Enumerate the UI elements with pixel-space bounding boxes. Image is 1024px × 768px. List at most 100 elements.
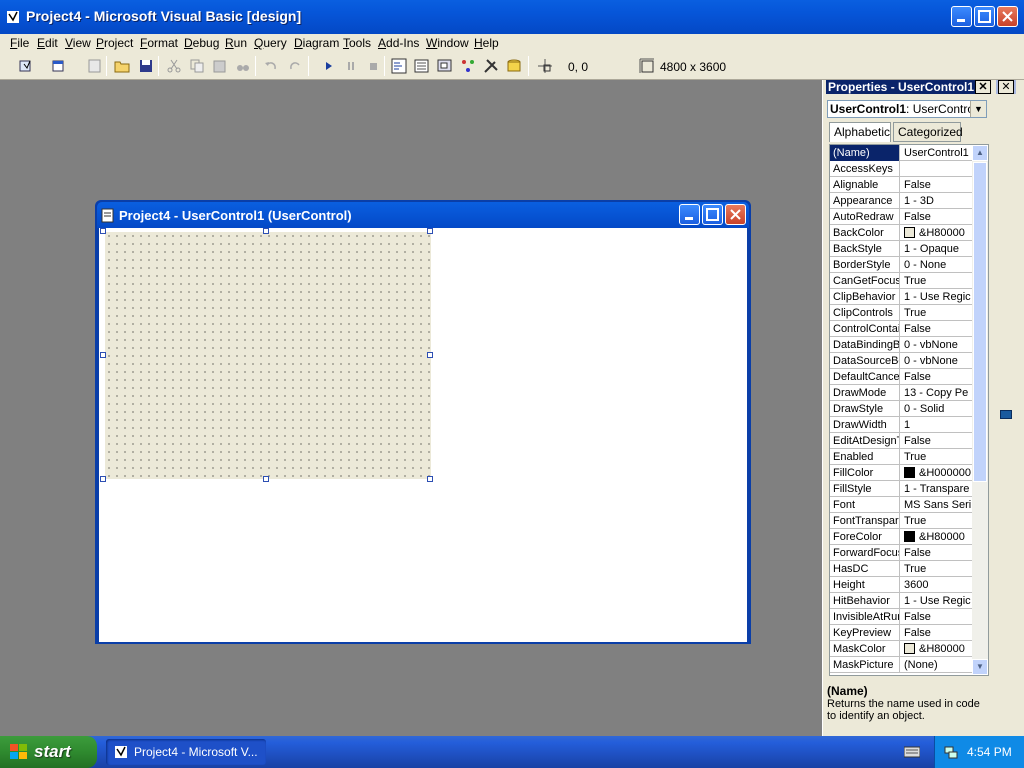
property-value[interactable]: True — [901, 305, 971, 321]
property-value[interactable]: &H80000 — [901, 641, 971, 657]
property-value[interactable]: False — [901, 209, 971, 225]
property-row[interactable]: DataSourceBe 0 - vbNone — [830, 353, 972, 369]
cut-icon[interactable] — [165, 57, 183, 75]
property-value[interactable]: 0 - vbNone — [901, 353, 971, 369]
designer-title-bar[interactable]: Project4 - UserControl1 (UserControl) — [97, 202, 749, 228]
property-value[interactable]: False — [901, 369, 971, 385]
property-row[interactable]: DrawMode 13 - Copy Pe — [830, 385, 972, 401]
menu-edit[interactable]: Edit — [37, 36, 58, 50]
save-project-icon[interactable] — [137, 57, 155, 75]
project-explorer-icon[interactable] — [390, 57, 408, 75]
object-selector[interactable]: UserControl1: UserControl ▼ — [827, 100, 987, 118]
designer-maximize-button[interactable] — [702, 204, 723, 225]
menu-run[interactable]: Run — [225, 36, 247, 50]
property-value[interactable]: &H80000 — [901, 225, 971, 241]
close-button[interactable] — [997, 6, 1018, 27]
menu-format[interactable]: Format — [140, 36, 178, 50]
object-browser-icon[interactable] — [459, 57, 477, 75]
property-row[interactable]: Height 3600 — [830, 577, 972, 593]
property-row[interactable]: HitBehavior 1 - Use Regic — [830, 593, 972, 609]
designer-canvas[interactable] — [99, 228, 747, 642]
add-form-icon[interactable] — [50, 57, 68, 75]
menu-help[interactable]: Help — [474, 36, 499, 50]
property-value[interactable]: False — [901, 433, 971, 449]
property-value[interactable]: False — [901, 177, 971, 193]
scroll-thumb[interactable] — [973, 162, 987, 482]
property-value[interactable]: 0 - Solid — [901, 401, 971, 417]
resize-handle[interactable] — [427, 228, 433, 234]
minimize-button[interactable] — [951, 6, 972, 27]
property-value[interactable]: 0 - vbNone — [901, 337, 971, 353]
property-row[interactable]: ControlContair False — [830, 321, 972, 337]
property-value[interactable]: True — [901, 561, 971, 577]
property-row[interactable]: (Name) UserControl1 — [830, 145, 972, 161]
property-value[interactable]: 0 - None — [901, 257, 971, 273]
toolbox-icon[interactable] — [482, 57, 500, 75]
property-value[interactable]: False — [901, 625, 971, 641]
property-row[interactable]: ForeColor &H80000 — [830, 529, 972, 545]
tab-categorized[interactable]: Categorized — [893, 122, 963, 142]
open-project-icon[interactable] — [113, 57, 131, 75]
property-value[interactable]: True — [901, 449, 971, 465]
usercontrol-designer-window[interactable]: Project4 - UserControl1 (UserControl) — [95, 200, 751, 644]
property-row[interactable]: InvisibleAtRun False — [830, 609, 972, 625]
usercontrol-surface[interactable] — [105, 232, 431, 479]
data-view-icon[interactable] — [505, 57, 523, 75]
redo-icon[interactable] — [286, 57, 304, 75]
menu-diagram[interactable]: Diagram — [294, 36, 339, 50]
property-row[interactable]: Alignable False — [830, 177, 972, 193]
property-row[interactable]: EditAtDesignTi False — [830, 433, 972, 449]
menu-project[interactable]: Project — [96, 36, 133, 50]
menu-query[interactable]: Query — [254, 36, 287, 50]
chevron-down-icon[interactable]: ▼ — [970, 101, 986, 117]
designer-close-button[interactable] — [725, 204, 746, 225]
property-row[interactable]: Appearance 1 - 3D — [830, 193, 972, 209]
property-value[interactable]: False — [901, 609, 971, 625]
resize-handle[interactable] — [100, 476, 106, 482]
property-value[interactable]: 13 - Copy Pe — [901, 385, 971, 401]
property-value[interactable]: (None) — [901, 657, 971, 673]
property-row[interactable]: DataBindingBe 0 - vbNone — [830, 337, 972, 353]
form-layout-icon[interactable] — [436, 57, 454, 75]
property-row[interactable]: ClipControls True — [830, 305, 972, 321]
property-value[interactable]: False — [901, 321, 971, 337]
scroll-up-icon[interactable]: ▲ — [972, 145, 988, 161]
resize-handle[interactable] — [427, 352, 433, 358]
property-value[interactable]: MS Sans Seri — [901, 497, 971, 513]
property-value[interactable]: 1 - Opaque — [901, 241, 971, 257]
property-value[interactable]: &H000000 — [901, 465, 971, 481]
property-value[interactable]: True — [901, 513, 971, 529]
menu-file[interactable]: File — [10, 36, 29, 50]
property-value[interactable]: 1 - Transpare — [901, 481, 971, 497]
end-icon[interactable] — [364, 57, 382, 75]
property-row[interactable]: CanGetFocus True — [830, 273, 972, 289]
property-row[interactable]: BackStyle 1 - Opaque — [830, 241, 972, 257]
property-value[interactable]: 1 - 3D — [901, 193, 971, 209]
menu-window[interactable]: Window — [426, 36, 469, 50]
resize-handle[interactable] — [263, 228, 269, 234]
property-value[interactable]: &H80000 — [901, 529, 971, 545]
property-row[interactable]: BackColor &H80000 — [830, 225, 972, 241]
network-icon[interactable] — [943, 744, 959, 760]
property-value[interactable]: 3600 — [901, 577, 971, 593]
property-row[interactable]: Font MS Sans Seri — [830, 497, 972, 513]
property-row[interactable]: BorderStyle 0 - None — [830, 257, 972, 273]
property-row[interactable]: FillStyle 1 - Transpare — [830, 481, 972, 497]
designer-minimize-button[interactable] — [679, 204, 700, 225]
property-row[interactable]: MaskColor &H80000 — [830, 641, 972, 657]
property-value[interactable]: True — [901, 273, 971, 289]
start-button[interactable]: start — [0, 736, 97, 768]
resize-handle[interactable] — [263, 476, 269, 482]
property-value[interactable]: 1 — [901, 417, 971, 433]
menu-tools[interactable]: Tools — [343, 36, 371, 50]
add-project-icon[interactable] — [18, 57, 36, 75]
property-row[interactable]: KeyPreview False — [830, 625, 972, 641]
break-icon[interactable] — [342, 57, 360, 75]
property-row[interactable]: ClipBehavior 1 - Use Regic — [830, 289, 972, 305]
menu-debug[interactable]: Debug — [184, 36, 219, 50]
property-row[interactable]: DefaultCancel False — [830, 369, 972, 385]
keyboard-icon[interactable] — [904, 746, 920, 758]
close-icon[interactable]: ✕ — [998, 80, 1014, 94]
property-row[interactable]: AutoRedraw False — [830, 209, 972, 225]
copy-icon[interactable] — [188, 57, 206, 75]
